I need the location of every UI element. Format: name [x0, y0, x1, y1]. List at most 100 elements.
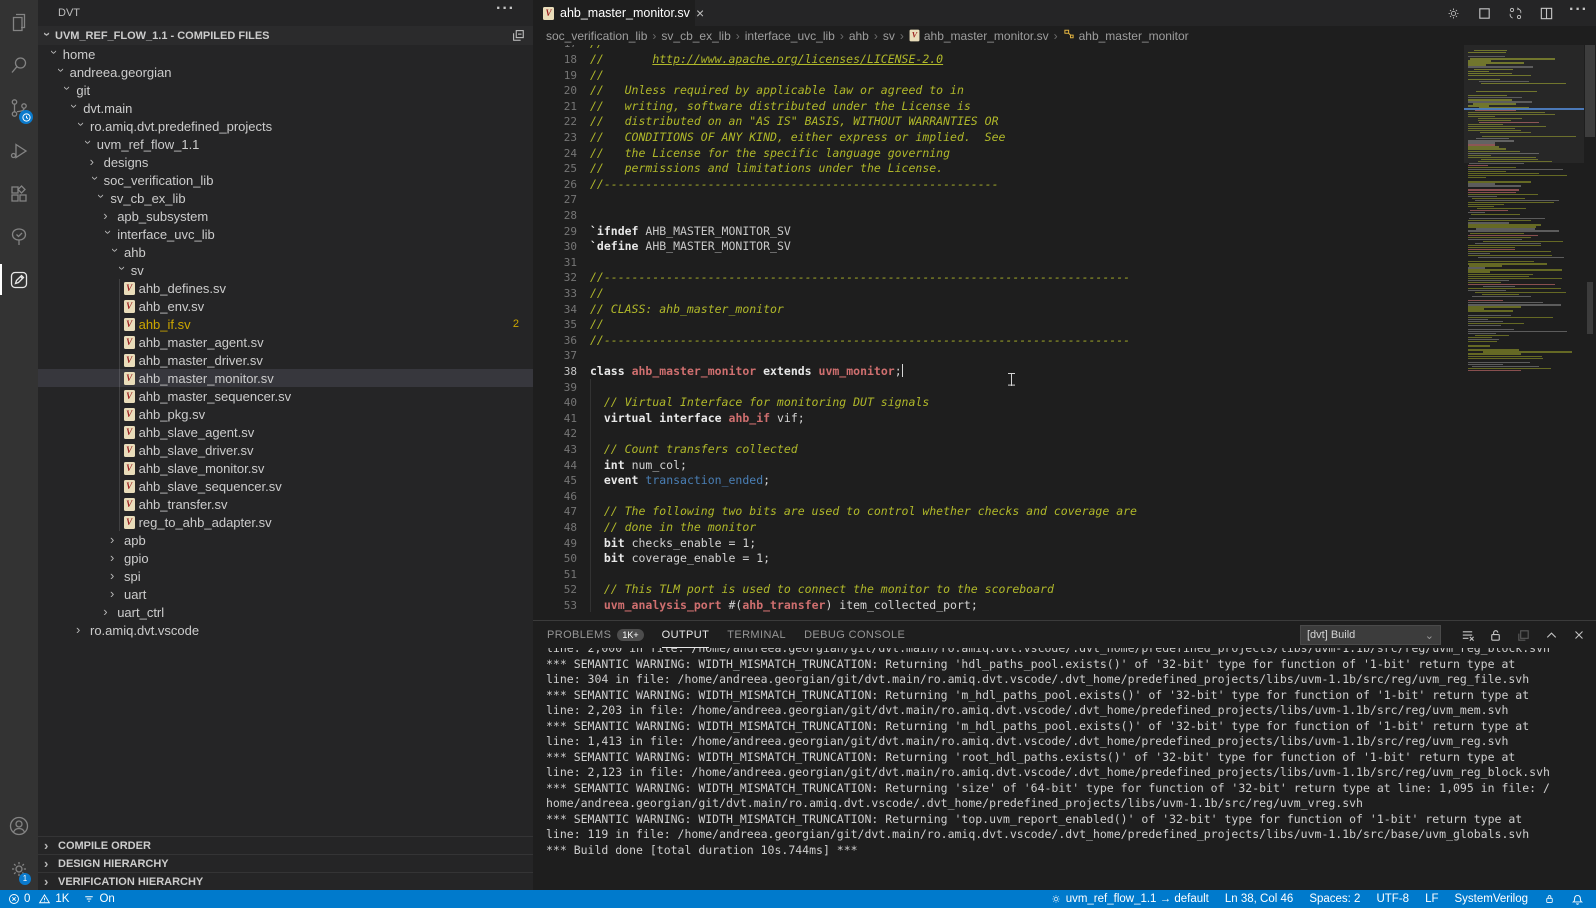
- close-panel-icon[interactable]: [1572, 628, 1586, 642]
- code-line-44[interactable]: 44 int num_col;: [533, 458, 1464, 474]
- tab-close-icon[interactable]: ×: [696, 6, 704, 20]
- tree-item-ahb_master_monitor.sv[interactable]: Vahb_master_monitor.sv: [38, 369, 533, 387]
- tree-item-ahb_master_driver.sv[interactable]: Vahb_master_driver.sv: [38, 351, 533, 369]
- settings-gear-icon[interactable]: 1: [0, 847, 38, 890]
- editor-scrollbar[interactable]: [1584, 45, 1596, 620]
- tree-item-ahb_defines.sv[interactable]: Vahb_defines.sv: [38, 279, 533, 297]
- eol-sequence[interactable]: LF: [1425, 893, 1438, 905]
- breadcrumb-item-file[interactable]: ahb_master_monitor.sv: [924, 29, 1049, 43]
- code-line-31[interactable]: 31: [533, 255, 1464, 271]
- dvt-icon[interactable]: [0, 258, 38, 301]
- code-line-38[interactable]: 38class ahb_master_monitor extends uvm_m…: [533, 364, 1464, 380]
- tree-item-ahb[interactable]: ›ahb: [38, 243, 533, 261]
- breadcrumb-item[interactable]: ahb: [849, 29, 869, 43]
- collapse-all-icon[interactable]: [511, 28, 525, 45]
- tree-item-reg_to_ahb_adapter.sv[interactable]: Vreg_to_ahb_adapter.sv: [38, 513, 533, 531]
- code-line-40[interactable]: 40 // Virtual Interface for monitoring D…: [533, 395, 1464, 411]
- tree-item-ahb_pkg.sv[interactable]: Vahb_pkg.sv: [38, 405, 533, 423]
- tree-item-ahb_slave_sequencer.sv[interactable]: Vahb_slave_sequencer.sv: [38, 477, 533, 495]
- minimap[interactable]: [1464, 45, 1584, 620]
- tree-item-uart[interactable]: ›uart: [38, 585, 533, 603]
- code-line-21[interactable]: 21// writing, software distributed under…: [533, 99, 1464, 115]
- code-line-39[interactable]: 39: [533, 380, 1464, 396]
- explorer-icon[interactable]: [0, 0, 38, 43]
- output-log[interactable]: line: 2,000 in file: /home/andreea.georg…: [533, 648, 1596, 890]
- tree-item-git[interactable]: ›git: [38, 81, 533, 99]
- tab-problems[interactable]: PROBLEMS 1K+: [547, 621, 644, 648]
- tree-item-ro.amiq.dvt.vscode[interactable]: ›ro.amiq.dvt.vscode: [38, 621, 533, 639]
- breadcrumb-item-symbol[interactable]: ahb_master_monitor: [1079, 29, 1189, 43]
- tree-item-ahb_master_agent.sv[interactable]: Vahb_master_agent.sv: [38, 333, 533, 351]
- code-line-53[interactable]: 53 uvm_analysis_port #(ahb_transfer) ite…: [533, 598, 1464, 614]
- dvt-settings-gear-icon[interactable]: [1445, 5, 1462, 22]
- code-line-33[interactable]: 33//: [533, 286, 1464, 302]
- tree-item-sv[interactable]: ›sv: [38, 261, 533, 279]
- tree-item-apb[interactable]: ›apb: [38, 531, 533, 549]
- tree-item-soc_verification_lib[interactable]: ›soc_verification_lib: [38, 171, 533, 189]
- code-line-45[interactable]: 45 event transaction_ended;: [533, 473, 1464, 489]
- code-line-50[interactable]: 50 bit coverage_enable = 1;: [533, 551, 1464, 567]
- code-line-42[interactable]: 42: [533, 426, 1464, 442]
- breadcrumb-item[interactable]: soc_verification_lib: [546, 29, 647, 43]
- code-line-20[interactable]: 20// Unless required by applicable law o…: [533, 83, 1464, 99]
- trace-graph-icon[interactable]: [1507, 5, 1524, 22]
- split-editor-icon[interactable]: [1539, 6, 1554, 21]
- code-line-18[interactable]: 18// http://www.apache.org/licenses/LICE…: [533, 52, 1464, 68]
- tree-item-dvt.main[interactable]: ›dvt.main: [38, 99, 533, 117]
- encoding[interactable]: UTF-8: [1376, 893, 1409, 905]
- tree-item-ahb_if.sv[interactable]: Vahb_if.sv2: [38, 315, 533, 333]
- code-line-48[interactable]: 48 // done in the monitor: [533, 520, 1464, 536]
- code-line-37[interactable]: 37: [533, 348, 1464, 364]
- tree-item-sv_cb_ex_lib[interactable]: ›sv_cb_ex_lib: [38, 189, 533, 207]
- code-line-30[interactable]: 30`define AHB_MASTER_MONITOR_SV: [533, 239, 1464, 255]
- tree-item-ahb_slave_driver.sv[interactable]: Vahb_slave_driver.sv: [38, 441, 533, 459]
- code-line-26[interactable]: 26//------------------------------------…: [533, 177, 1464, 193]
- code-line-41[interactable]: 41 virtual interface ahb_if vif;: [533, 411, 1464, 427]
- code-line-52[interactable]: 52 // This TLM port is used to connect t…: [533, 582, 1464, 598]
- tree-item-ahb_slave_agent.sv[interactable]: Vahb_slave_agent.sv: [38, 423, 533, 441]
- tree-item-spi[interactable]: ›spi: [38, 567, 533, 585]
- code-line-27[interactable]: 27: [533, 192, 1464, 208]
- more-actions-icon[interactable]: ···: [1569, 6, 1588, 20]
- code-line-29[interactable]: 29`ifndef AHB_MASTER_MONITOR_SV: [533, 224, 1464, 240]
- tree-item-ahb_env.sv[interactable]: Vahb_env.sv: [38, 297, 533, 315]
- tree-item-ahb_slave_monitor.sv[interactable]: Vahb_slave_monitor.sv: [38, 459, 533, 477]
- code-line-22[interactable]: 22// distributed on an "AS IS" BASIS, WI…: [533, 114, 1464, 130]
- code-line-49[interactable]: 49 bit checks_enable = 1;: [533, 536, 1464, 552]
- section-compile-order[interactable]: ›COMPILE ORDER: [38, 836, 533, 854]
- minimap-slider[interactable]: [1464, 45, 1584, 163]
- code-line-17[interactable]: 17//: [533, 45, 1464, 52]
- run-box-icon[interactable]: [1477, 6, 1492, 21]
- tree-item-ahb_master_sequencer.sv[interactable]: Vahb_master_sequencer.sv: [38, 387, 533, 405]
- search-icon[interactable]: [0, 43, 38, 86]
- tree-item-home[interactable]: ›home: [38, 45, 533, 63]
- code-line-23[interactable]: 23// CONDITIONS OF ANY KIND, either expr…: [533, 130, 1464, 146]
- account-icon[interactable]: [0, 804, 38, 847]
- code-line-35[interactable]: 35//: [533, 317, 1464, 333]
- tree-item-andreea.georgian[interactable]: ›andreea.georgian: [38, 63, 533, 81]
- section-design-hierarchy[interactable]: ›DESIGN HIERARCHY: [38, 854, 533, 872]
- tree-item-apb_subsystem[interactable]: ›apb_subsystem: [38, 207, 533, 225]
- tab-output[interactable]: OUTPUT: [662, 621, 710, 648]
- sidebar-section-header[interactable]: › UVM_REF_FLOW_1.1 - COMPILED FILES: [38, 26, 533, 45]
- cursor-position[interactable]: Ln 38, Col 46: [1225, 893, 1293, 905]
- code-line-46[interactable]: 46: [533, 489, 1464, 505]
- code-line-32[interactable]: 32//------------------------------------…: [533, 270, 1464, 286]
- tabs-lock-icon[interactable]: [1544, 893, 1555, 905]
- breadcrumb[interactable]: soc_verification_lib› sv_cb_ex_lib› inte…: [533, 26, 1596, 45]
- maximize-panel-icon[interactable]: [1544, 628, 1559, 643]
- section-verification-hierarchy[interactable]: ›VERIFICATION HIERARCHY: [38, 872, 533, 890]
- tree-item-ro.amiq.dvt.predefined_projects[interactable]: ›ro.amiq.dvt.predefined_projects: [38, 117, 533, 135]
- code-line-34[interactable]: 34// CLASS: ahb_master_monitor: [533, 302, 1464, 318]
- language-mode[interactable]: SystemVerilog: [1454, 893, 1528, 905]
- breadcrumb-item[interactable]: sv_cb_ex_lib: [661, 29, 730, 43]
- lock-autoscroll-icon[interactable]: [1488, 628, 1503, 643]
- code-line-25[interactable]: 25// permissions and limitations under t…: [533, 161, 1464, 177]
- tree-item-gpio[interactable]: ›gpio: [38, 549, 533, 567]
- tab-ahb-master-monitor[interactable]: V ahb_master_monitor.sv ×: [533, 0, 695, 26]
- code-line-24[interactable]: 24// the License for the specific langua…: [533, 146, 1464, 162]
- code-line-47[interactable]: 47 // The following two bits are used to…: [533, 504, 1464, 520]
- problems-status[interactable]: 0 1K: [8, 893, 69, 905]
- dvt-project-status[interactable]: uvm_ref_flow_1.1 → default: [1050, 893, 1209, 905]
- dvt-filter-status[interactable]: On: [83, 893, 114, 905]
